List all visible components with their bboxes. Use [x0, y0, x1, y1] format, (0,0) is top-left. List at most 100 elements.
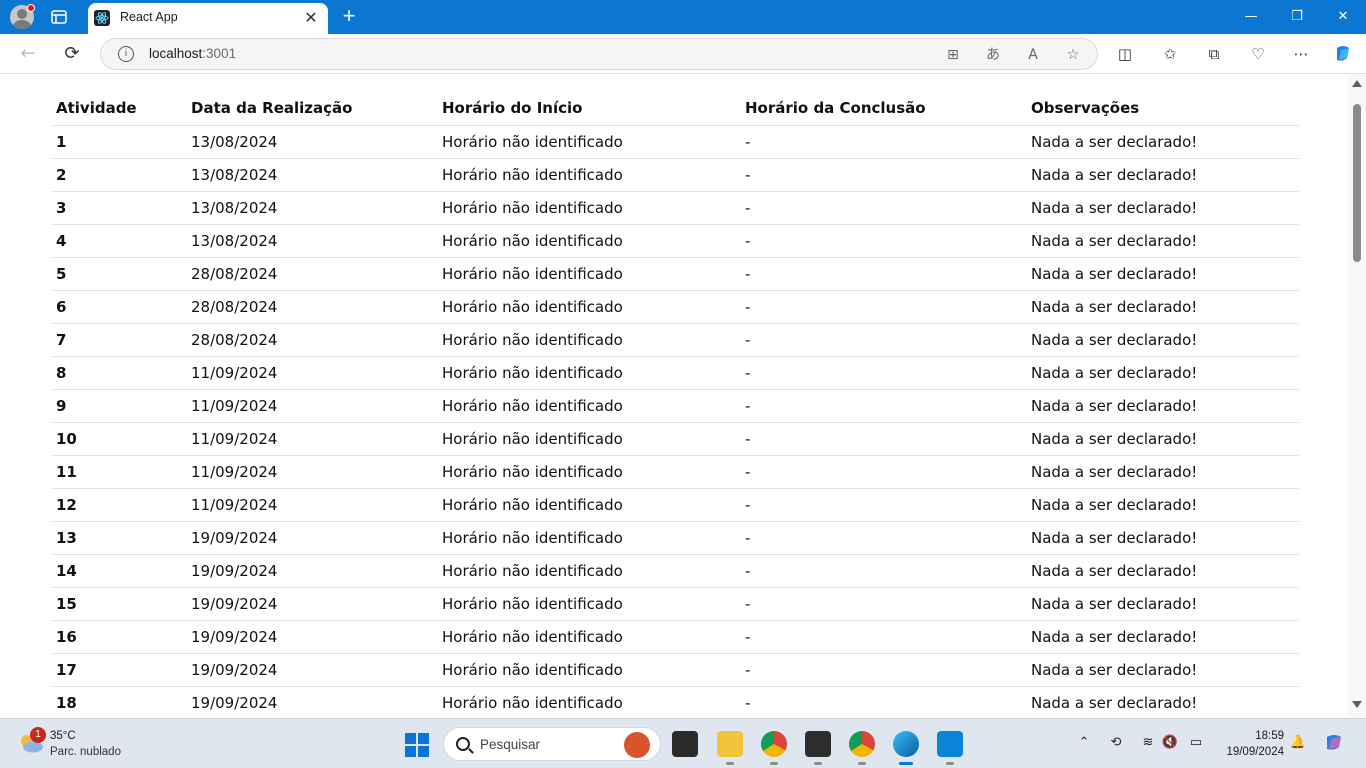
cell-inicio: Horário não identificado — [438, 686, 741, 718]
cell-conclusao: - — [741, 125, 1027, 159]
collections-icon[interactable]: ⧉ — [1204, 44, 1224, 64]
copilot-icon[interactable] — [1333, 44, 1353, 64]
back-arrow-icon[interactable]: ← — [16, 42, 40, 66]
app-available-icon[interactable]: ⊞ — [944, 46, 962, 64]
cell-conclusao: - — [741, 158, 1027, 192]
taskbar-clock[interactable]: 18:59 19/09/2024 — [1216, 728, 1284, 760]
table-row: 18 19/09/2024 Horário não identificado - Nad… — [52, 686, 1299, 718]
activities-table: Atividade Data da Realização Horário do … — [52, 92, 1299, 718]
show-hidden-icons-icon[interactable]: ⌃ — [1074, 733, 1094, 753]
table-row: 2 13/08/2024 Horário não identificado - Nada… — [52, 158, 1299, 192]
table-row: 4 13/08/2024 Horário não identificado - Nada… — [52, 224, 1299, 258]
cell-observacoes: Nada a ser declarado! — [1027, 158, 1299, 192]
weather-temperature: 35°C — [50, 730, 76, 742]
battery-icon[interactable]: ▭ — [1186, 733, 1206, 753]
windows-taskbar: 1 35°C Parc. nublado Pesquisar ⌃ ⟲ ≋ 🔇 ▭… — [0, 718, 1366, 768]
cell-inicio: Horário não identificado — [438, 521, 741, 555]
cell-conclusao: - — [741, 686, 1027, 718]
notification-bell-icon[interactable]: 🔔 — [1288, 733, 1308, 753]
copilot-taskbar-icon[interactable] — [1322, 733, 1346, 753]
table-row: 15 19/09/2024 Horário não identificado - Nad… — [52, 587, 1299, 621]
favorite-star-icon[interactable]: ☆ — [1064, 46, 1082, 64]
file-explorer-icon[interactable] — [717, 731, 743, 765]
address-bar[interactable]: i localhost:3001 ⊞ あ A ☆ — [100, 38, 1098, 70]
cell-observacoes: Nada a ser declarado! — [1027, 455, 1299, 489]
browser-essentials-icon[interactable]: ♡ — [1248, 44, 1268, 64]
cell-data: 13/08/2024 — [187, 158, 438, 192]
translate-icon[interactable]: あ — [984, 46, 1002, 64]
volume-muted-icon[interactable]: 🔇 — [1160, 733, 1180, 753]
page-scrollbar[interactable] — [1348, 74, 1366, 718]
weather-widget[interactable]: 1 35°C Parc. nublado — [16, 727, 156, 763]
chrome-profile-icon[interactable] — [761, 731, 787, 765]
terminal-icon[interactable] — [805, 731, 831, 765]
cell-observacoes: Nada a ser declarado! — [1027, 224, 1299, 258]
scroll-down-arrow-icon[interactable] — [1352, 701, 1362, 708]
cell-conclusao: - — [741, 488, 1027, 522]
table-row: 6 28/08/2024 Horário não identificado - Nada… — [52, 290, 1299, 324]
cell-observacoes: Nada a ser declarado! — [1027, 257, 1299, 291]
cell-conclusao: - — [741, 521, 1027, 555]
tab-react-app[interactable]: React App ✕ — [88, 3, 328, 34]
wifi-icon[interactable]: ≋ — [1138, 733, 1158, 753]
weather-condition: Parc. nublado — [50, 746, 121, 758]
minimize-icon[interactable]: — — [1228, 0, 1274, 34]
vscode-icon[interactable] — [937, 731, 963, 765]
read-aloud-icon[interactable]: A — [1024, 46, 1042, 64]
cell-observacoes: Nada a ser declarado! — [1027, 191, 1299, 225]
cell-data: 11/09/2024 — [187, 422, 438, 456]
cell-atividade: 18 — [52, 686, 187, 718]
cell-data: 11/09/2024 — [187, 356, 438, 390]
cell-atividade: 5 — [52, 257, 187, 291]
cell-observacoes: Nada a ser declarado! — [1027, 290, 1299, 324]
favorites-icon[interactable]: ✩ — [1160, 44, 1180, 64]
more-menu-icon[interactable]: ⋯ — [1291, 44, 1311, 64]
refresh-icon[interactable]: ⟳ — [60, 42, 84, 66]
scrollbar-thumb[interactable] — [1353, 104, 1361, 262]
cell-atividade: 4 — [52, 224, 187, 258]
cell-data: 13/08/2024 — [187, 224, 438, 258]
cell-conclusao: - — [741, 620, 1027, 654]
split-screen-icon[interactable]: ◫ — [1115, 44, 1135, 64]
cell-inicio: Horário não identificado — [438, 158, 741, 192]
restore-icon[interactable]: ❐ — [1274, 0, 1320, 34]
cell-inicio: Horário não identificado — [438, 554, 741, 588]
cell-atividade: 12 — [52, 488, 187, 522]
tab-title: React App — [120, 10, 178, 24]
new-tab-icon[interactable]: + — [338, 5, 360, 27]
cell-data: 11/09/2024 — [187, 455, 438, 489]
scroll-up-arrow-icon[interactable] — [1352, 80, 1362, 87]
profile-notification-dot — [27, 4, 35, 12]
cell-inicio: Horário não identificado — [438, 653, 741, 687]
cell-inicio: Horário não identificado — [438, 356, 741, 390]
cell-observacoes: Nada a ser declarado! — [1027, 521, 1299, 555]
table-header-row: Atividade Data da Realização Horário do … — [52, 92, 1299, 126]
cell-atividade: 14 — [52, 554, 187, 588]
browser-toolbar: ← ⟳ i localhost:3001 ⊞ あ A ☆ ◫ ✩ ⧉ ♡ ⋯ — [0, 34, 1366, 74]
site-info-icon[interactable]: i — [118, 46, 134, 62]
tab-actions-icon[interactable] — [50, 8, 68, 26]
weather-badge: 1 — [30, 727, 46, 743]
sync-icon[interactable]: ⟲ — [1106, 733, 1126, 753]
task-view-icon[interactable] — [672, 731, 698, 757]
chrome-icon[interactable] — [849, 731, 875, 765]
taskbar-search[interactable]: Pesquisar — [443, 727, 661, 761]
table-row: 11 11/09/2024 Horário não identificado - Nad… — [52, 455, 1299, 489]
cell-atividade: 2 — [52, 158, 187, 192]
windows-start-icon[interactable] — [405, 733, 429, 757]
edge-icon[interactable] — [893, 731, 919, 765]
cell-observacoes: Nada a ser declarado! — [1027, 620, 1299, 654]
cell-inicio: Horário não identificado — [438, 290, 741, 324]
cell-observacoes: Nada a ser declarado! — [1027, 422, 1299, 456]
cell-data: 11/09/2024 — [187, 389, 438, 423]
tab-close-icon[interactable]: ✕ — [302, 9, 320, 27]
header-observacoes: Observações — [1027, 92, 1299, 126]
close-window-icon[interactable]: ✕ — [1320, 0, 1366, 34]
address-url[interactable]: localhost:3001 — [149, 46, 236, 61]
cell-atividade: 1 — [52, 125, 187, 159]
search-highlight-icon — [624, 732, 650, 758]
cell-data: 19/09/2024 — [187, 686, 438, 718]
cell-inicio: Horário não identificado — [438, 455, 741, 489]
cell-atividade: 7 — [52, 323, 187, 357]
cell-inicio: Horário não identificado — [438, 620, 741, 654]
